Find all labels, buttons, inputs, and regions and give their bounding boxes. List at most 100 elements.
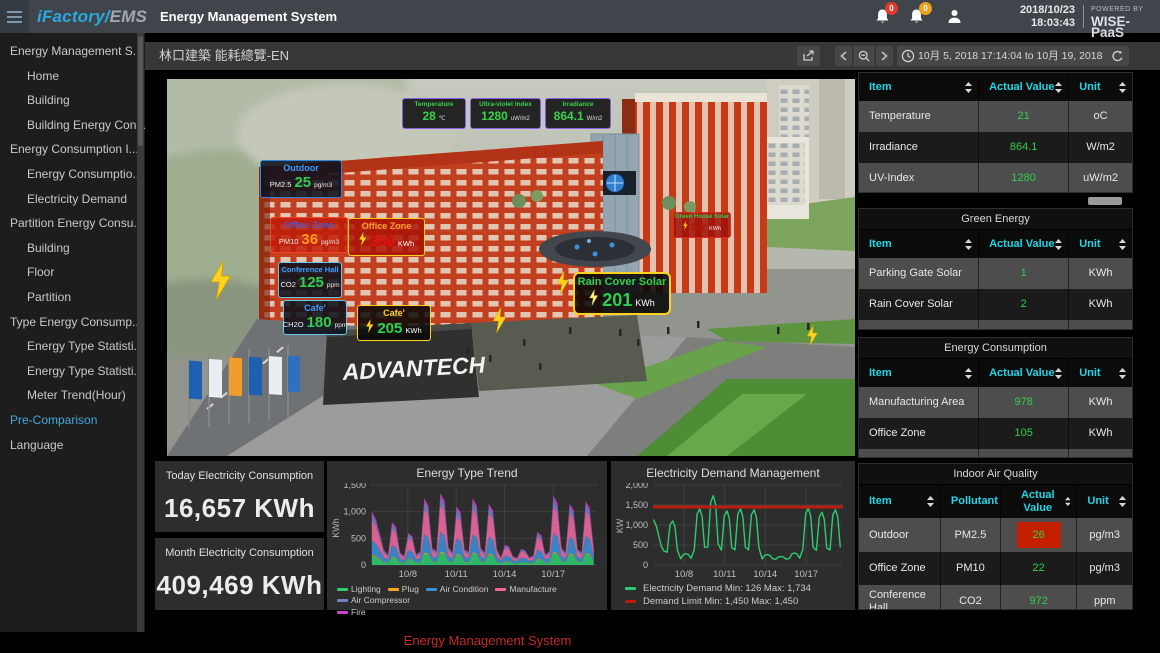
column-header[interactable]: Item [859, 485, 941, 518]
table-cell: 972 [1001, 585, 1077, 610]
column-header[interactable]: Pollutant [941, 485, 1001, 518]
sidebar-item-energy-consumption-i[interactable]: Energy Consumption I... [0, 137, 145, 162]
sidebar-scrollbar-thumb[interactable] [138, 36, 143, 146]
sidebar-item-energy-management-s[interactable]: Energy Management S... [0, 39, 145, 64]
sort-icon [1119, 496, 1126, 507]
sidebar-item-partition[interactable]: Partition [0, 285, 145, 310]
weather-table: ItemActual ValueUnitTemperature21oCIrrad… [858, 72, 1133, 193]
overlay-conference-hall-co2: Conference Hall CO2125ppm [278, 262, 342, 298]
table-row: Temperature21oC [859, 101, 1132, 132]
overlay-office-zone-power: Office Zone 386KWh [348, 218, 425, 256]
legend-item[interactable]: Lighting [337, 584, 381, 594]
column-header[interactable]: Actual Value [1001, 485, 1077, 518]
sidebar-item-type-energy-consump[interactable]: Type Energy Consump... [0, 310, 145, 335]
sidebar-item-building[interactable]: Building [0, 236, 145, 261]
lightning-icon [359, 232, 367, 246]
sort-icon [1119, 368, 1126, 379]
table-cell: Temperature [859, 101, 979, 132]
column-header[interactable]: Actual Value [979, 359, 1069, 387]
energy-type-trend-chart: 05001,0001,50010/810/1110/1410/17 [333, 483, 601, 588]
table-cell: 1 [979, 258, 1069, 289]
table-cell: W/m2 [1069, 132, 1132, 163]
menu-toggle-button[interactable] [0, 0, 29, 33]
table-cell: Conference Hall [859, 449, 979, 458]
table-cell: Office Zone [859, 418, 979, 449]
table-row: UV-Index1280uW/m2 [859, 163, 1132, 193]
share-button[interactable] [797, 46, 820, 66]
legend-item[interactable]: Fire [337, 607, 366, 617]
legend-item[interactable]: Air Condition [426, 584, 489, 594]
refresh-button[interactable] [1106, 46, 1129, 66]
column-header[interactable]: Unit [1069, 230, 1132, 258]
legend-item[interactable]: Manufacture [495, 584, 556, 594]
overlay-outdoor-pm25: Outdoor PM2.525pg/m3 [260, 160, 342, 198]
column-header[interactable]: Item [859, 230, 979, 258]
table-row: Conference Hall95KWh [859, 449, 1132, 458]
table-cell: 26 [1001, 518, 1077, 551]
sidebar-item-home[interactable]: Home [0, 64, 145, 89]
table-row: Office ZonePM1022pg/m3 [859, 552, 1132, 585]
app-logo: iFactory/EMS [37, 0, 147, 33]
share-icon [802, 50, 815, 62]
svg-text:0: 0 [643, 560, 648, 570]
column-header[interactable]: Actual Value [979, 230, 1069, 258]
top-bar: iFactory/EMS Energy Management System 0 … [0, 0, 1160, 33]
time-range-picker[interactable]: 10月 5, 2018 17:14:04 to 10月 19, 2018 17:… [897, 46, 1122, 66]
column-header[interactable]: Unit [1077, 485, 1132, 518]
stat-value: 409,469 KWh [155, 570, 324, 601]
legend-item[interactable]: Plug [388, 584, 419, 594]
table-cell: KWh [1069, 289, 1132, 320]
table-cell: 22 [1001, 552, 1077, 585]
table-cell: 21 [979, 101, 1069, 132]
sort-icon [965, 239, 972, 250]
table-header-row: ItemActual ValueUnit [859, 230, 1132, 258]
sidebar-item-energy-type-statisti[interactable]: Energy Type Statisti... [0, 359, 145, 384]
stat-value: 16,657 KWh [155, 493, 324, 524]
sidebar-item-pre-comparison[interactable]: Pre-Comparison [0, 408, 145, 433]
table-cell: 1280 [979, 163, 1069, 193]
svg-text:500: 500 [633, 540, 648, 550]
table-cell: oC [1069, 101, 1132, 132]
sidebar-item-building-energy-con[interactable]: Building Energy Con... [0, 113, 145, 138]
svg-text:10/8: 10/8 [675, 569, 694, 580]
svg-text:0: 0 [361, 560, 366, 570]
table-cell: pg/m3 [1077, 552, 1132, 585]
sidebar-item-electricity-demand[interactable]: Electricity Demand [0, 187, 145, 212]
sidebar-item-language[interactable]: Language [0, 433, 145, 458]
table-row: Rain Cover Solar2KWh [859, 289, 1132, 320]
sidebar-item-meter-trend-hour[interactable]: Meter Trend(Hour) [0, 383, 145, 408]
table-header-row: ItemPollutantActual ValueUnit [859, 485, 1132, 518]
column-header[interactable]: Item [859, 73, 979, 101]
table-scrollbar[interactable] [1088, 197, 1122, 205]
time-back-button[interactable] [835, 46, 852, 66]
overlay-cafe-ch2o: Cafe' CH2O180ppm [283, 300, 347, 335]
zoom-out-button[interactable] [854, 46, 874, 66]
table-cell: 105 [979, 418, 1069, 449]
chart-legend: Electricity Demand Min: 126 Max: 1,734De… [625, 582, 811, 608]
legend-item[interactable]: Demand Limit Min: 1,450 Max: 1,450 [625, 595, 811, 608]
column-header[interactable]: Unit [1069, 359, 1132, 387]
table-cell: 864.1 [979, 132, 1069, 163]
sidebar-item-energy-consumptio[interactable]: Energy Consumptio... [0, 162, 145, 187]
sidebar-item-partition-energy-consu[interactable]: Partition Energy Consu... [0, 211, 145, 236]
table-cell: CO2 [941, 585, 1001, 610]
table-cell: Conference Hall [859, 585, 941, 610]
sidebar-item-energy-type-statisti[interactable]: Energy Type Statisti... [0, 334, 145, 359]
column-header[interactable]: Item [859, 359, 979, 387]
column-header[interactable]: Actual Value [979, 73, 1069, 101]
column-header[interactable]: Unit [1069, 73, 1132, 101]
sidebar-item-floor[interactable]: Floor [0, 260, 145, 285]
legend-item[interactable]: Air Compressor [337, 595, 410, 605]
sidebar-item-building[interactable]: Building [0, 88, 145, 113]
svg-text:1,500: 1,500 [343, 483, 366, 490]
svg-text:10/17: 10/17 [541, 569, 565, 580]
legend-item[interactable]: Electricity Demand Min: 126 Max: 1,734 [625, 582, 811, 595]
user-icon[interactable] [946, 8, 963, 25]
svg-text:10/11: 10/11 [713, 569, 736, 580]
table-cell: KWh [1069, 418, 1132, 449]
current-time: 18:03:43 [985, 17, 1075, 30]
time-forward-button[interactable] [876, 46, 893, 66]
sort-icon [1065, 496, 1071, 507]
table-cell: Office Zone [859, 552, 941, 585]
dashboard-title: 林口建築 能耗總覽-EN [159, 42, 289, 70]
